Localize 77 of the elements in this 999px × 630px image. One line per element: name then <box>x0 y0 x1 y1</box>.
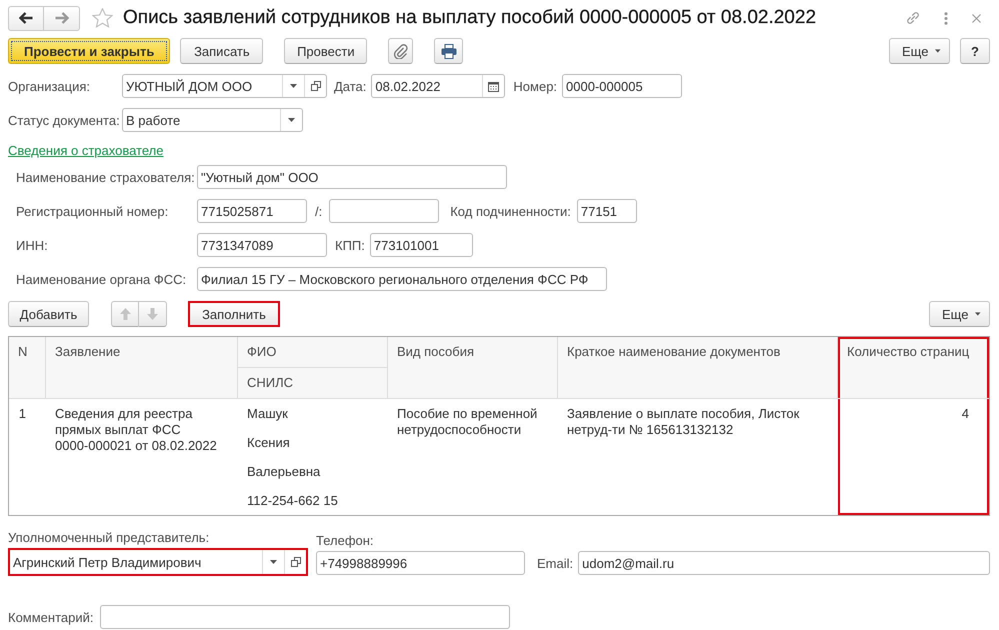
attach-button[interactable] <box>388 38 414 64</box>
window-title: Опись заявлений сотрудников на выплату пособий 0000-000005 от 08.02.2022 <box>123 7 818 29</box>
table-cell-text: 1 <box>18 405 27 423</box>
help-button[interactable]: ? <box>960 38 990 64</box>
caret-icon <box>288 118 295 122</box>
link-icon[interactable] <box>906 11 920 25</box>
date-field[interactable]: 08.02.2022 <box>371 74 506 98</box>
field-label: /: <box>315 204 322 218</box>
field-label: Дата: <box>334 78 366 94</box>
inn-field[interactable]: 7731347089 <box>197 233 327 257</box>
print-button[interactable] <box>434 38 464 64</box>
field-label: Телефон: <box>316 533 375 548</box>
field-label: КПП: <box>335 238 365 252</box>
post-and-close-button[interactable]: Провести и закрыть <box>8 38 170 64</box>
caret-icon <box>975 312 981 316</box>
field-label: Уполномоченный представитель: <box>8 530 210 545</box>
column-header[interactable]: СНИЛС <box>238 368 388 399</box>
first-name-text: Ксения <box>247 434 291 452</box>
section-link[interactable]: Сведения о страхователе <box>8 143 164 158</box>
kpp-field[interactable]: 773101001 <box>370 233 473 257</box>
registration-suffix-field[interactable] <box>329 199 440 223</box>
snils-text: 112-254-662 15 <box>247 492 339 510</box>
field-label: Комментарий: <box>8 610 94 624</box>
registration-number-field[interactable]: 7715025871 <box>197 199 307 223</box>
toolbar-button[interactable]: Записать <box>180 38 264 64</box>
open-window-icon <box>310 81 320 91</box>
phone-field[interactable]: +74998889996 <box>316 551 525 575</box>
field-label: Организация: <box>8 78 92 94</box>
more-button[interactable]: Еще <box>929 301 990 327</box>
menu-icon[interactable] <box>944 12 948 24</box>
table-cell: 4 <box>838 399 989 515</box>
printer-icon <box>440 44 457 58</box>
insurer-name-field[interactable]: "Уютный дом" ООО <box>197 165 507 189</box>
star-icon[interactable] <box>92 8 113 28</box>
column-header[interactable]: ФИО <box>238 337 388 368</box>
field-label: Номер: <box>513 78 558 94</box>
field-label: Статус документа: <box>8 112 121 128</box>
toolbar-button[interactable]: Провести <box>284 38 368 64</box>
middle-name-text: Валерьевна <box>247 463 322 481</box>
representative-field[interactable]: Агринский Петр Владимирович <box>8 548 308 576</box>
field-label: ИНН: <box>16 238 49 252</box>
field-label: Код подчиненности: <box>450 204 571 218</box>
column-header[interactable]: Заявление <box>46 337 238 399</box>
column-header[interactable]: Количество страниц <box>838 337 989 399</box>
comment-field[interactable] <box>100 605 510 629</box>
table-cell-text: Сведения для реестра прямых выплат ФСС 0000-000021 от 08.02.2022 <box>54 405 218 455</box>
status-field[interactable]: В работе <box>122 108 303 132</box>
up-arrow-icon <box>120 308 130 320</box>
down-arrow-icon <box>147 308 158 320</box>
calendar-icon <box>488 80 500 92</box>
number-field[interactable]: 0000-000005 <box>562 74 682 98</box>
forward-arrow-icon <box>54 12 68 24</box>
caret-icon <box>935 49 941 53</box>
caret-icon <box>290 84 297 88</box>
caret-icon <box>270 560 277 564</box>
close-icon[interactable] <box>972 14 981 22</box>
field-label: Регистрационный номер: <box>16 204 170 218</box>
email-field[interactable]: udom2@mail.ru <box>578 551 990 575</box>
paperclip-icon <box>394 44 408 58</box>
column-header[interactable]: N <box>9 337 46 399</box>
field-label: Email: <box>537 556 574 570</box>
last-name-text: Машук <box>247 405 289 423</box>
fss-body-field[interactable]: Филиал 15 ГУ – Московского регионального отделения ФСС РФ <box>197 267 607 291</box>
open-window-icon <box>290 557 300 567</box>
column-header[interactable]: Вид пособия <box>388 337 558 399</box>
table-cell-text: Заявление о выплате пособия, Листок нетруд-ти № 165613132132 <box>566 405 800 439</box>
field-label: Наименование органа ФСС: <box>16 272 188 286</box>
more-button[interactable]: Еще <box>889 38 950 64</box>
subordination-code-field[interactable]: 77151 <box>576 199 637 223</box>
back-button[interactable] <box>8 6 44 30</box>
add-button[interactable]: Добавить <box>8 301 89 327</box>
column-header[interactable]: Краткое наименование документов <box>558 337 838 399</box>
back-arrow-icon <box>19 12 33 24</box>
fill-button[interactable]: Заполнить <box>188 301 280 327</box>
field-label: Наименование страхователя: <box>16 170 196 184</box>
organization-field[interactable]: УЮТНЫЙ ДОМ ООО <box>122 74 327 98</box>
table-cell-text: Пособие по временной нетрудоспособности <box>396 405 538 439</box>
